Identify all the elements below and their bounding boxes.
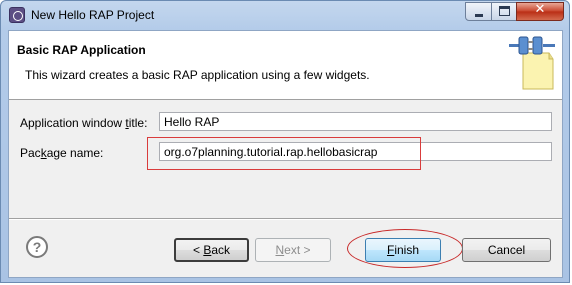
window-title: New Hello RAP Project [31,8,155,22]
maximize-icon [499,6,510,16]
package-name-highlight [147,137,421,170]
app-title-label: Application window title: [20,116,148,130]
back-button[interactable]: < Back [174,238,249,262]
close-icon: ✕ [534,2,546,17]
wizard-body: Basic RAP Application This wizard create… [8,30,563,278]
footer-separator [9,218,562,220]
next-button[interactable]: Next > [255,238,331,262]
page-title: Basic RAP Application [17,43,146,57]
maximize-button[interactable] [491,2,517,21]
wizard-plug-icon [509,36,555,90]
cancel-button[interactable]: Cancel [462,238,551,262]
eclipse-app-icon [9,7,25,23]
package-name-label: Package name: [20,146,104,160]
minimize-icon [475,14,483,17]
wizard-header: Basic RAP Application This wizard create… [9,31,562,100]
finish-highlight [347,229,463,268]
page-description: This wizard creates a basic RAP applicat… [25,68,370,82]
close-button[interactable]: ✕ [516,2,564,21]
dialog-window: New Hello RAP Project ✕ Basic RAP Applic… [0,0,570,283]
title-bar[interactable]: New Hello RAP Project ✕ [1,1,569,29]
help-button[interactable]: ? [26,236,48,258]
minimize-button[interactable] [465,2,492,21]
app-title-input[interactable] [159,112,552,131]
